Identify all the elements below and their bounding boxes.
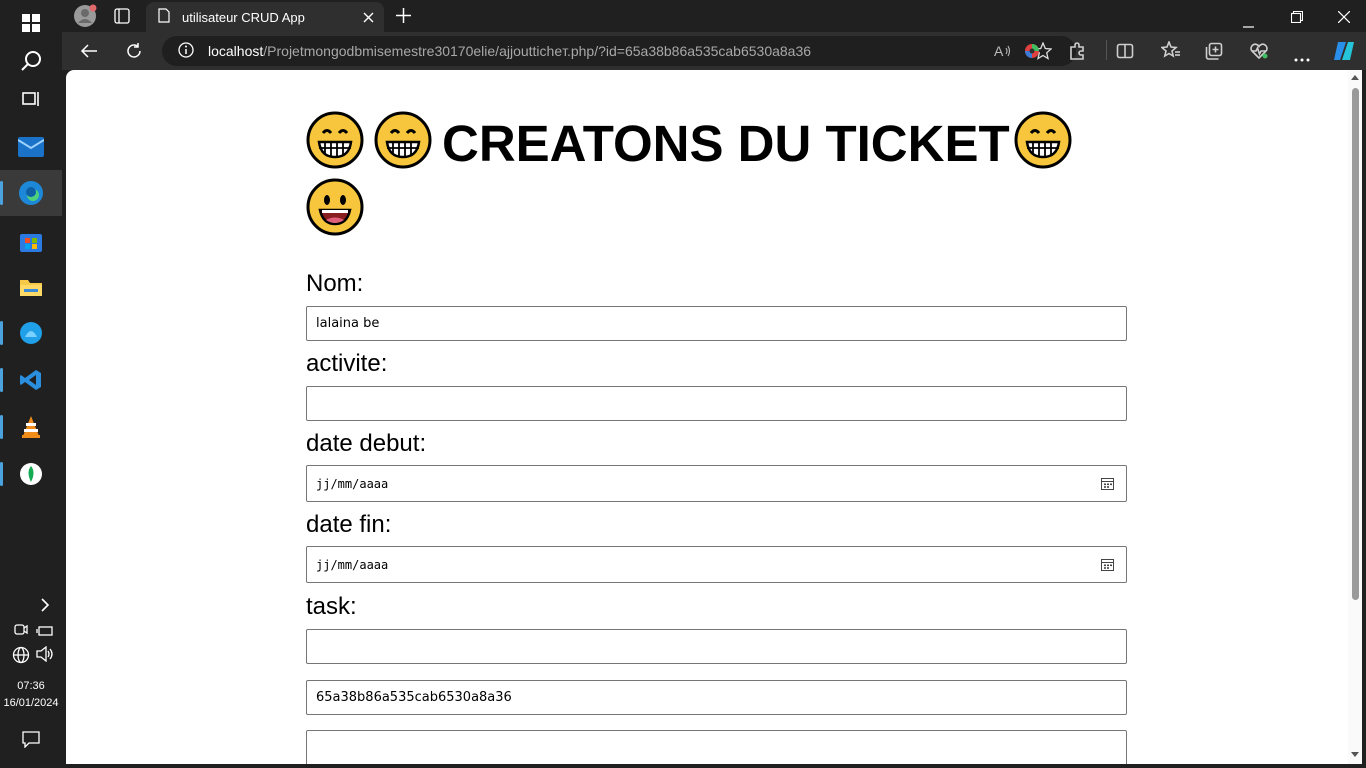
date-debut-label: date debut: [306,430,427,457]
mail-icon[interactable] [0,124,62,170]
extensions-icon[interactable] [1068,42,1086,65]
notifications-icon[interactable] [22,730,40,753]
site-info-icon[interactable] [178,41,194,61]
ticket-id-value: 65a38b86a535cab6530a8a36 [316,690,512,705]
scroll-down-icon[interactable] [1351,752,1359,758]
windows-taskbar: 07:36 16/01/2024 [0,0,62,768]
page-title: CREATONS DU TICKET [306,110,1106,244]
browser-tab-active[interactable]: utilisateur CRUD App [146,2,384,32]
close-window-icon[interactable] [1337,10,1351,28]
browser-toolbar: localhost/Projetmongodbmisemestre30170el… [62,32,1366,70]
task-view-icon[interactable] [0,76,62,122]
minimize-icon[interactable] [1243,15,1254,33]
activite-input[interactable] [306,386,1127,421]
edge-taskbar-icon[interactable] [0,170,62,216]
tab-title: utilisateur CRUD App [182,9,305,25]
profile-avatar-icon[interactable] [73,4,99,33]
date-fin-label: date fin: [306,511,392,538]
split-screen-icon[interactable] [1116,42,1134,65]
date-fin-placeholder: jj/mm/aaaa [316,557,389,572]
refresh-icon[interactable] [125,42,143,65]
performance-heart-icon[interactable] [1249,42,1269,65]
web-page: CREATONS DU TICKET Nom: lalaina be activ… [66,70,1362,764]
page-favicon-icon [158,8,170,26]
clock-date[interactable]: 16/01/2024 [0,697,62,709]
activite-label: activite: [306,350,388,377]
nom-input[interactable]: lalaina be [306,306,1127,341]
color-extension-icon[interactable] [1023,42,1041,65]
ticket-id-input[interactable]: 65a38b86a535cab6530a8a36 [306,680,1127,715]
file-explorer-icon[interactable] [0,264,62,310]
clock-time[interactable]: 07:36 [0,680,62,692]
address-bar[interactable]: localhost/Projetmongodbmisemestre30170el… [162,36,1076,66]
calendar-icon[interactable] [1101,477,1114,493]
task-label: task: [306,593,357,620]
task-input[interactable] [306,629,1127,664]
url-path: /Projetmongodbmisemestre30170elie/ajjout… [263,43,812,59]
store-icon[interactable] [0,218,62,264]
mongodb-compass-icon[interactable] [0,451,62,497]
read-aloud-icon[interactable]: A [994,43,1012,62]
volume-icon[interactable] [36,645,54,667]
nom-label: Nom: [306,270,364,297]
grinning-face-icon [374,111,432,169]
camera-status-icon[interactable] [14,622,28,641]
extra-input[interactable] [306,730,1127,764]
page-heading-text: CREATONS DU TICKET [442,115,1010,172]
page-scrollbar[interactable] [1348,70,1362,764]
favorites-icon[interactable] [1160,39,1181,64]
settings-more-icon[interactable] [1294,49,1310,67]
svg-text:A: A [994,43,1004,59]
database-app-icon[interactable] [0,310,62,356]
grinning-face-icon [306,111,364,169]
collections-icon[interactable] [1205,42,1223,65]
tab-actions-icon[interactable] [114,8,130,29]
date-debut-placeholder: jj/mm/aaaa [316,476,389,491]
date-fin-input[interactable]: jj/mm/aaaa [306,546,1127,583]
network-globe-icon[interactable] [12,646,30,669]
copilot-icon[interactable] [1332,39,1356,68]
back-icon[interactable] [80,43,98,64]
vscode-icon[interactable] [0,357,62,403]
url-host: localhost [208,43,264,59]
new-tab-icon[interactable] [396,8,411,28]
close-tab-icon[interactable] [363,11,374,26]
smiling-face-icon [306,178,364,236]
scroll-up-icon[interactable] [1351,74,1359,80]
chevron-right-icon[interactable] [0,590,62,620]
browser-titlebar: utilisateur CRUD App [62,0,1366,32]
date-debut-input[interactable]: jj/mm/aaaa [306,465,1127,502]
restore-icon[interactable] [1290,10,1304,28]
grinning-face-icon [1014,111,1072,169]
battery-icon[interactable] [36,624,54,642]
calendar-icon[interactable] [1101,558,1114,574]
vlc-icon[interactable] [0,404,62,450]
nom-input-value: lalaina be [316,316,380,331]
scrollbar-thumb[interactable] [1352,88,1359,600]
